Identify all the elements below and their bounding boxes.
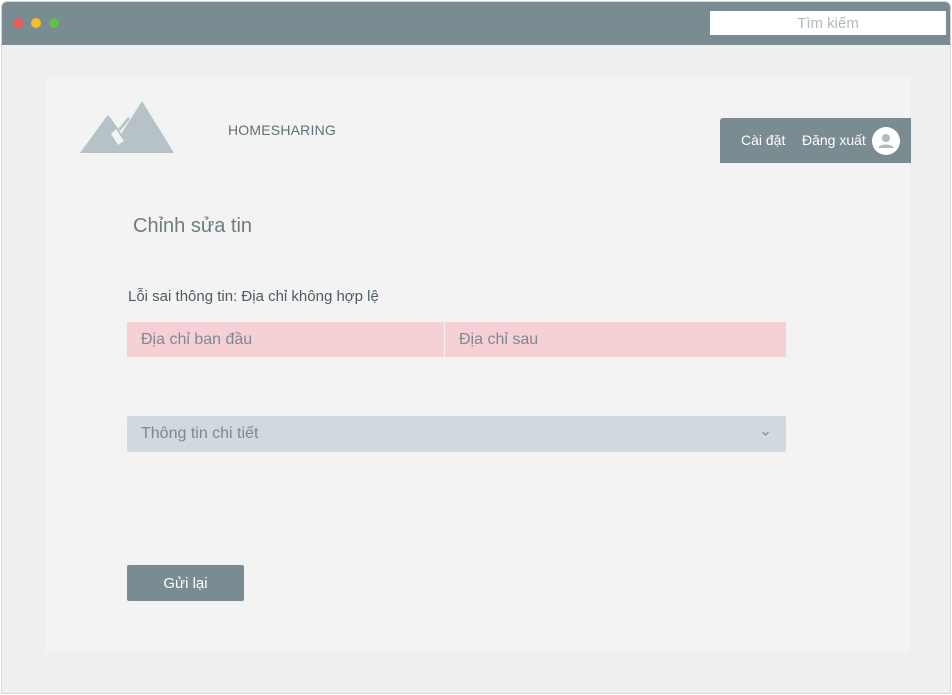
user-avatar-icon[interactable]	[872, 127, 900, 155]
search-input[interactable]	[710, 11, 946, 35]
details-dropdown-label: Thông tin chi tiết	[141, 425, 259, 442]
brand-name[interactable]: HOMESHARING	[228, 122, 336, 138]
chevron-down-icon	[762, 431, 769, 436]
browser-window: HOMESHARING Cài đặt Đăng xuất Chỉnh sửa …	[1, 1, 951, 694]
user-menu: Cài đặt Đăng xuất	[720, 118, 911, 163]
content-panel: HOMESHARING Cài đặt Đăng xuất Chỉnh sửa …	[46, 77, 911, 653]
new-address-field[interactable]	[445, 322, 786, 357]
error-message: Lỗi sai thông tin: Địa chỉ không hợp lệ	[128, 288, 379, 305]
minimize-window-button[interactable]	[31, 18, 41, 28]
mountain-logo-icon	[80, 101, 174, 153]
original-address-field[interactable]	[127, 322, 444, 357]
details-dropdown[interactable]: Thông tin chi tiết	[127, 416, 786, 452]
browser-titlebar	[2, 2, 950, 45]
maximize-window-button[interactable]	[49, 18, 59, 28]
page-title: Chỉnh sửa tin	[133, 215, 253, 237]
logout-link[interactable]: Đăng xuất	[802, 132, 866, 148]
close-window-button[interactable]	[13, 18, 23, 28]
settings-link[interactable]: Cài đặt	[741, 132, 785, 148]
resubmit-button[interactable]: Gửi lại	[127, 565, 244, 601]
